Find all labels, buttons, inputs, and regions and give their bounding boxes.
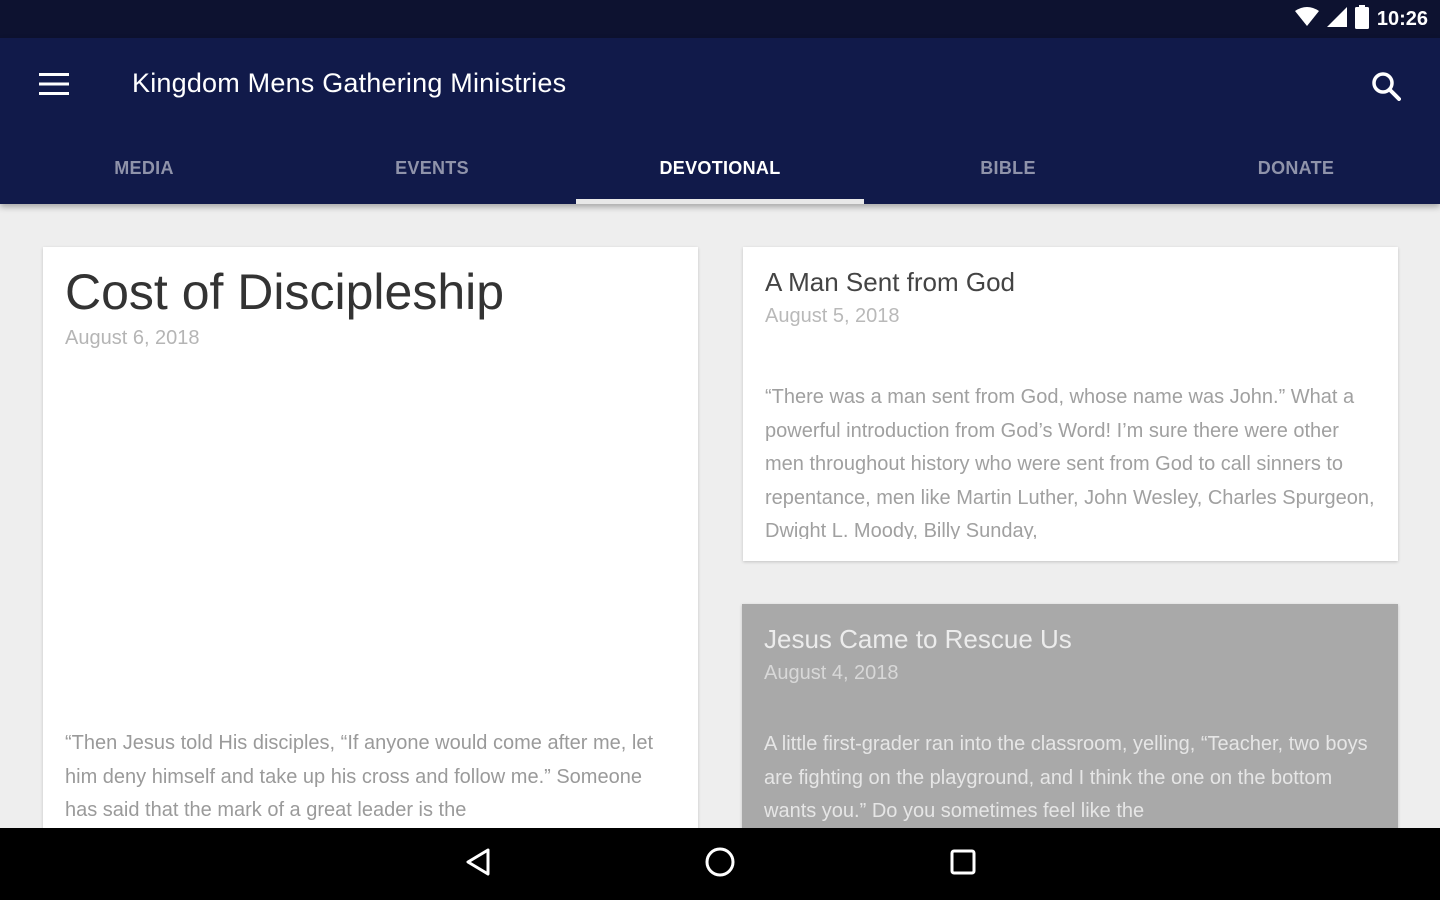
tab-media[interactable]: MEDIA: [0, 132, 288, 204]
tab-donate[interactable]: DONATE: [1152, 132, 1440, 204]
menu-button[interactable]: [24, 60, 84, 112]
home-circle-icon: [704, 846, 736, 883]
tab-devotional[interactable]: DEVOTIONAL: [576, 132, 864, 204]
devotional-title: Cost of Discipleship: [65, 264, 505, 320]
devotional-card-pressed[interactable]: Jesus Came to Rescue Us August 4, 2018 A…: [742, 604, 1398, 864]
devotional-title: Jesus Came to Rescue Us: [764, 624, 1072, 654]
status-bar: 10:26: [0, 0, 1440, 38]
recents-square-icon: [949, 848, 977, 881]
search-button[interactable]: [1360, 62, 1412, 114]
tab-bible[interactable]: BIBLE: [864, 132, 1152, 204]
devotional-title: A Man Sent from God: [765, 267, 1016, 297]
tab-events[interactable]: EVENTS: [288, 132, 576, 204]
status-icons: 10:26: [1294, 4, 1428, 34]
tab-bar: MEDIA EVENTS DEVOTIONAL BIBLE DONATE: [0, 132, 1440, 204]
recents-button[interactable]: [933, 840, 993, 888]
cell-signal-icon: [1326, 6, 1347, 32]
system-navigation-bar: [0, 828, 1440, 900]
back-triangle-icon: [464, 847, 492, 882]
app-title: Kingdom Mens Gathering Ministries: [132, 68, 567, 98]
status-time: 10:26: [1376, 7, 1428, 30]
devotional-excerpt: “Then Jesus told His disciples, “If anyo…: [65, 732, 654, 821]
devotional-card-featured[interactable]: Cost of Discipleship August 6, 2018 “The…: [43, 247, 698, 847]
back-button[interactable]: [448, 840, 508, 888]
devotional-date: August 4, 2018: [764, 662, 899, 684]
devotional-date: August 5, 2018: [765, 305, 900, 327]
devotional-card[interactable]: A Man Sent from God August 5, 2018 “Ther…: [743, 247, 1398, 561]
search-icon: [1371, 71, 1401, 106]
hamburger-menu-icon: [39, 72, 69, 100]
battery-icon: [1354, 4, 1369, 34]
devotional-excerpt: “There was a man sent from God, whose na…: [765, 386, 1375, 539]
app-bar: Kingdom Mens Gathering Ministries MEDIA …: [0, 38, 1440, 204]
home-button[interactable]: [690, 840, 750, 888]
devotional-date: August 6, 2018: [65, 327, 200, 349]
wifi-icon: [1294, 6, 1319, 32]
